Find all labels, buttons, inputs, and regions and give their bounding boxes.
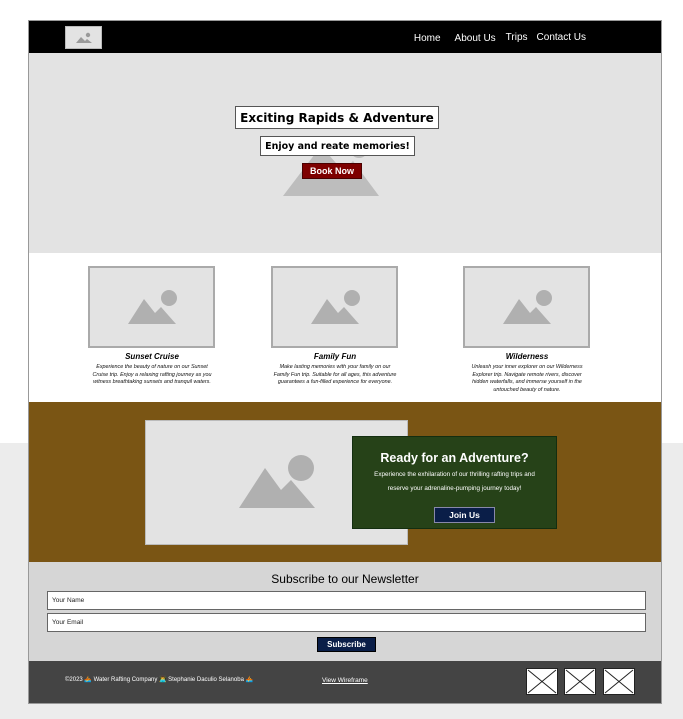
logo[interactable] <box>65 26 102 49</box>
trip-title: Family Fun <box>313 352 357 361</box>
trip-card-sunset: Sunset Cruise Experience the beauty of n… <box>88 266 216 387</box>
image-placeholder-icon <box>128 290 177 324</box>
copyright-text: ©2023 🚣 Water Rafting Company 👨‍💻 Stepha… <box>65 677 254 683</box>
hero-subtitle: Enjoy and reate memories! <box>260 136 415 156</box>
social-icon-1[interactable] <box>526 668 558 695</box>
nav-contact-link[interactable]: Contact Us <box>537 32 586 43</box>
trip-description: Experience the beauty of nature on our S… <box>92 364 212 386</box>
image-placeholder-icon <box>239 455 315 508</box>
footer: ©2023 🚣 Water Rafting Company 👨‍💻 Stepha… <box>29 661 661 703</box>
nav-links: Home About Us Trips Contact Us <box>414 21 586 53</box>
adventure-cta-box: Ready for an Adventure? Experience the e… <box>352 436 557 529</box>
view-wireframe-link[interactable]: View Wireframe <box>322 677 368 684</box>
navbar: Home About Us Trips Contact Us <box>29 21 661 53</box>
nav-trips-link[interactable]: Trips <box>506 32 528 43</box>
trip-description: Make lasting memories with your family o… <box>273 364 397 386</box>
email-input[interactable] <box>47 613 646 632</box>
join-us-button[interactable]: Join Us <box>434 507 495 523</box>
trip-image <box>88 266 215 348</box>
adventure-text: Experience the exhilaration of our thril… <box>374 471 535 492</box>
trip-title: Sunset Cruise <box>125 352 179 361</box>
newsletter-section: Subscribe to our Newsletter Subscribe <box>29 562 661 661</box>
social-placeholder-icon <box>527 669 557 694</box>
hero-title: Exciting Rapids & Adventure <box>235 106 439 129</box>
image-placeholder-icon <box>76 32 92 43</box>
image-placeholder-icon <box>311 290 360 324</box>
social-icon-3[interactable] <box>603 668 635 695</box>
adventure-section: Ready for an Adventure? Experience the e… <box>29 402 661 562</box>
social-placeholder-icon <box>604 669 634 694</box>
adventure-title: Ready for an Adventure? <box>380 451 529 465</box>
nav-home-link[interactable]: Home <box>414 33 441 44</box>
trip-card-family: Family Fun Make lasting memories with yo… <box>271 266 399 387</box>
image-placeholder-icon <box>503 290 552 324</box>
wireframe-page: Home About Us Trips Contact Us Exciting … <box>28 20 662 704</box>
trip-image <box>463 266 590 348</box>
trip-image <box>271 266 398 348</box>
social-placeholder-icon <box>565 669 595 694</box>
hero-section: Exciting Rapids & Adventure Enjoy and re… <box>29 53 661 253</box>
subscribe-button[interactable]: Subscribe <box>317 637 376 652</box>
name-input[interactable] <box>47 591 646 610</box>
trip-card-wilderness: Wilderness Unleash your inner explorer o… <box>463 266 591 395</box>
newsletter-title: Subscribe to our Newsletter <box>271 572 419 586</box>
nav-about-link[interactable]: About Us <box>455 33 496 44</box>
social-icon-2[interactable] <box>564 668 596 695</box>
book-now-button[interactable]: Book Now <box>302 163 362 179</box>
trip-description: Unleash your inner explorer on our Wilde… <box>471 364 583 394</box>
trip-title: Wilderness <box>505 352 549 361</box>
